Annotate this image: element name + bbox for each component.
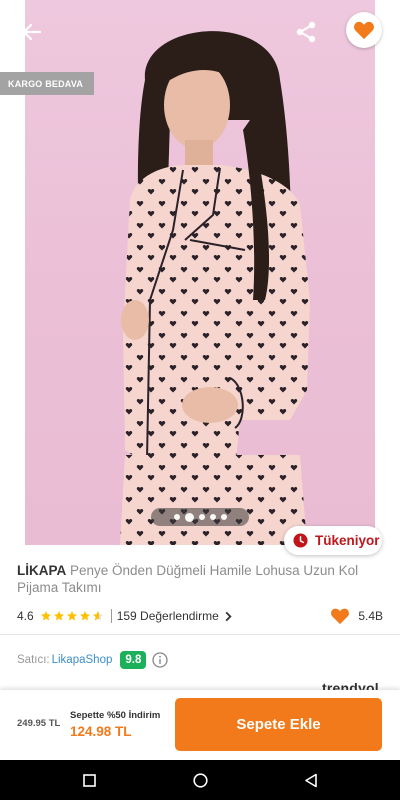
free-shipping-badge: KARGO BEDAVA <box>0 72 94 95</box>
back-button[interactable] <box>14 14 50 50</box>
heart-icon <box>331 608 350 625</box>
clock-icon <box>293 533 308 548</box>
original-price: 249.95 TL <box>17 718 61 729</box>
info-icon[interactable] <box>152 652 169 668</box>
favorite-button[interactable] <box>346 12 382 48</box>
arrow-left-icon <box>22 23 42 41</box>
product-detail-screen: KARGO BEDAVA Tükeniyor LİKAPA Penye Önde… <box>0 0 400 800</box>
seller-name-link[interactable]: LikapaShop <box>52 654 113 666</box>
divider <box>0 634 400 635</box>
star-icon <box>40 611 51 621</box>
square-icon <box>82 773 96 787</box>
carousel-dot[interactable] <box>173 514 180 520</box>
heart-icon <box>354 21 374 40</box>
product-title: LİKAPA Penye Önden Düğmeli Hamile Lohusa… <box>17 562 387 596</box>
share-icon <box>296 21 316 43</box>
reviews-link[interactable]: 159 Değerlendirme <box>117 609 232 623</box>
system-back-button[interactable] <box>300 769 322 791</box>
low-stock-badge: Tükeniyor <box>284 526 382 555</box>
carousel-dot-active[interactable] <box>184 512 194 522</box>
add-to-cart-button[interactable]: Sepete Ekle <box>175 698 382 751</box>
chevron-right-icon <box>225 611 232 621</box>
recents-button[interactable] <box>78 769 100 791</box>
rating-separator <box>110 609 112 623</box>
star-icon <box>66 611 77 621</box>
basket-discount-label: Sepette %50 İndirim <box>70 710 161 721</box>
share-button[interactable] <box>288 14 324 50</box>
favorites-count: 5.4B <box>358 609 383 623</box>
carousel-dot[interactable] <box>209 514 216 520</box>
purchase-bar: 249.95 TL Sepette %50 İndirim 124.98 TL … <box>0 690 400 760</box>
favorites-counter[interactable]: 5.4B <box>330 607 383 625</box>
system-nav-bar <box>0 760 400 800</box>
product-name: Penye Önden Düğmeli Hamile Lohusa Uzun K… <box>17 563 359 595</box>
star-icon <box>79 611 90 621</box>
reviews-count: 159 Değerlendirme <box>116 609 219 623</box>
product-brand[interactable]: LİKAPA <box>17 563 66 578</box>
star-half-icon <box>92 611 103 621</box>
low-stock-label: Tükeniyor <box>315 533 380 548</box>
carousel-dot[interactable] <box>198 514 205 520</box>
carousel-dot[interactable] <box>220 514 227 520</box>
home-button[interactable] <box>189 769 211 791</box>
circle-icon <box>192 772 208 788</box>
carousel-indicator <box>151 508 249 526</box>
seller-score-badge: 9.8 <box>120 651 147 669</box>
star-icon <box>53 611 64 621</box>
rating-value: 4.6 <box>17 609 34 623</box>
triangle-back-icon <box>305 773 317 787</box>
rating-stars <box>40 610 104 622</box>
discounted-price: 124.98 TL <box>70 724 132 739</box>
seller-row: Satıcı: LikapaShop 9.8 <box>17 650 169 670</box>
rating-row: 4.6 159 Değerlendirme 5.4B <box>17 606 383 626</box>
seller-label: Satıcı: <box>17 654 50 666</box>
